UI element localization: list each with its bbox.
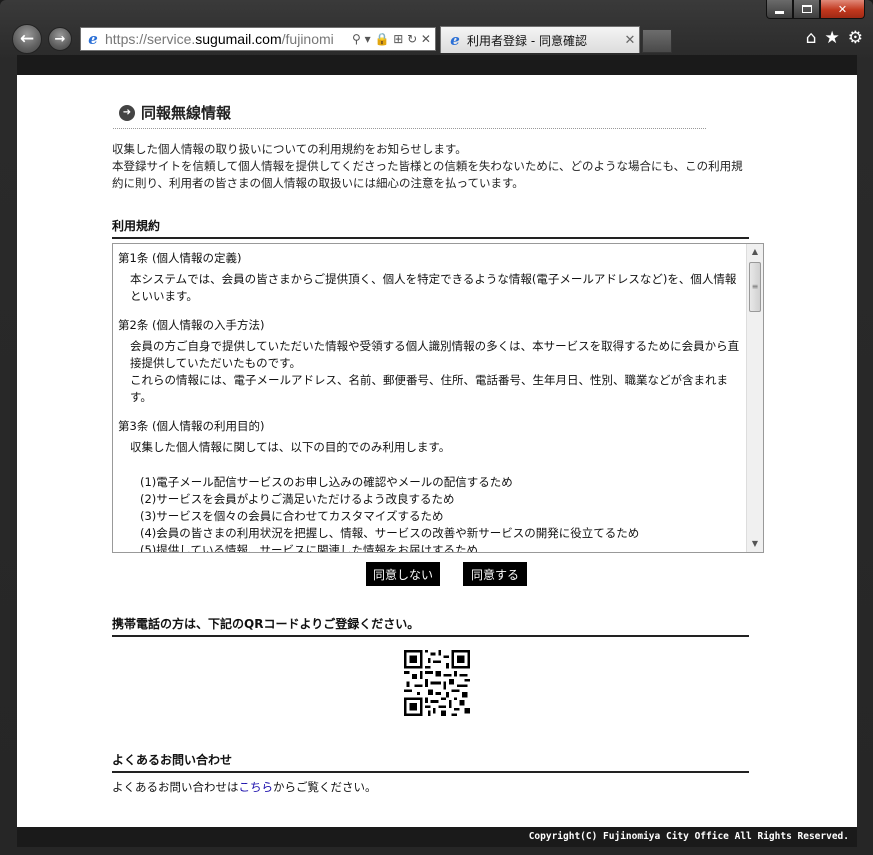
agree-button[interactable]: 同意する	[463, 562, 527, 586]
list-item: (1)電子メール配信サービスのお申し込みの確認やメールの配信するため	[140, 475, 513, 489]
page-top-band	[17, 55, 857, 75]
article-2-title: 第2条 (個人情報の入手方法)	[118, 318, 265, 332]
article-3-body: 収集した個人情報に関しては、以下の目的でのみ利用します。	[130, 440, 451, 454]
scroll-down-arrow-icon[interactable]: ▼	[747, 536, 763, 552]
home-icon[interactable]: ⌂	[806, 28, 817, 48]
back-arrow-icon: ←	[19, 29, 35, 49]
intro-text: 収集した個人情報の取り扱いについての利用規約をお知らせします。 本登録サイトを信…	[112, 142, 743, 190]
tab-close-icon[interactable]: ✕	[621, 33, 639, 48]
list-item: (2)サービスを会員がよりご満足いただけるよう改良するため	[140, 492, 455, 506]
article-2-body: 会員の方ご自身で提供していただいた情報や受領する個人識別情報の多くは、本サービス…	[130, 339, 740, 404]
tab-ie-icon: e	[450, 31, 460, 49]
disagree-button[interactable]: 同意しない	[366, 562, 440, 586]
url-text[interactable]: https://service.sugumail.com/fujinomi	[105, 31, 348, 47]
browser-toolbar: ⌂ ★ ⚙	[806, 28, 863, 48]
navigation-bar: ← → e https://service.sugumail.com/fujin…	[8, 24, 865, 54]
address-bar-icons[interactable]: ⚲ ▾ 🔒 ⊞ ↻ ✕	[348, 32, 435, 46]
browser-window: ✕ ← → e https://service.sugumail.com/fuj…	[0, 0, 873, 855]
forward-arrow-icon: →	[54, 31, 66, 47]
list-item: (4)会員の皆さまの利用状況を把握し、情報、サービスの改善や新サービスの開発に役…	[140, 526, 640, 540]
purpose-list: (1)電子メール配信サービスのお申し込みの確認やメールの配信するため (2)サー…	[118, 474, 743, 553]
faq-text: よくあるお問い合わせはこちらからご覧ください。	[112, 780, 377, 794]
minimize-icon	[775, 10, 784, 14]
terms-scroll-box[interactable]: 第1条 (個人情報の定義) 本システムでは、会員の皆さまからご提供頂く、個人を特…	[112, 243, 764, 553]
forward-button[interactable]: →	[48, 27, 72, 51]
list-item: (5)提供している情報、サービスに関連した情報をお届けするため	[140, 543, 478, 553]
address-bar[interactable]: e https://service.sugumail.com/fujinomi …	[80, 27, 436, 51]
article-1-title: 第1条 (個人情報の定義)	[118, 251, 242, 265]
terms-content: 第1条 (個人情報の定義) 本システムでは、会員の皆さまからご提供頂く、個人を特…	[118, 250, 743, 553]
gear-icon[interactable]: ⚙	[848, 28, 863, 48]
back-button[interactable]: ←	[12, 24, 42, 54]
mobile-section-title: 携帯電話の方は、下記のQRコードよりご登録ください。	[112, 615, 749, 637]
copyright-footer: Copyright(C) Fujinomiya City Office All …	[17, 827, 857, 847]
close-icon: ✕	[837, 2, 848, 16]
maximize-button[interactable]	[793, 0, 820, 19]
ie-page-icon: e	[88, 30, 98, 48]
terms-scrollbar[interactable]: ▲ ≡ ▼	[746, 244, 763, 552]
page-content: ➜ 同報無線情報 収集した個人情報の取り扱いについての利用規約をお知らせします。…	[17, 75, 857, 827]
faq-section-title: よくあるお問い合わせ	[112, 751, 749, 773]
terms-section-title: 利用規約	[112, 217, 749, 239]
scroll-up-arrow-icon[interactable]: ▲	[747, 244, 763, 260]
close-window-button[interactable]: ✕	[820, 0, 865, 19]
list-item: (3)サービスを個々の会員に合わせてカスタマイズするため	[140, 509, 444, 523]
maximize-icon	[801, 5, 812, 13]
tab-active[interactable]: e 利用者登録 - 同意確認 ✕	[440, 26, 640, 53]
page-viewport: ➜ 同報無線情報 収集した個人情報の取り扱いについての利用規約をお知らせします。…	[17, 55, 857, 847]
qr-code	[404, 650, 470, 716]
article-1-body: 本システムでは、会員の皆さまからご提供頂く、個人を特定できるような情報(電子メー…	[130, 272, 737, 303]
new-tab-button[interactable]	[642, 29, 672, 53]
article-3-title: 第3条 (個人情報の利用目的)	[118, 419, 265, 433]
favorites-star-icon[interactable]: ★	[825, 28, 840, 48]
scroll-thumb[interactable]: ≡	[749, 262, 761, 312]
tab-title: 利用者登録 - 同意確認	[467, 33, 587, 48]
window-controls: ✕	[766, 0, 865, 20]
arrow-circle-icon: ➜	[119, 104, 135, 121]
page-heading: ➜ 同報無線情報	[113, 97, 706, 129]
minimize-button[interactable]	[766, 0, 793, 19]
faq-link[interactable]: こちら	[239, 780, 274, 794]
page-title: 同報無線情報	[141, 104, 232, 122]
